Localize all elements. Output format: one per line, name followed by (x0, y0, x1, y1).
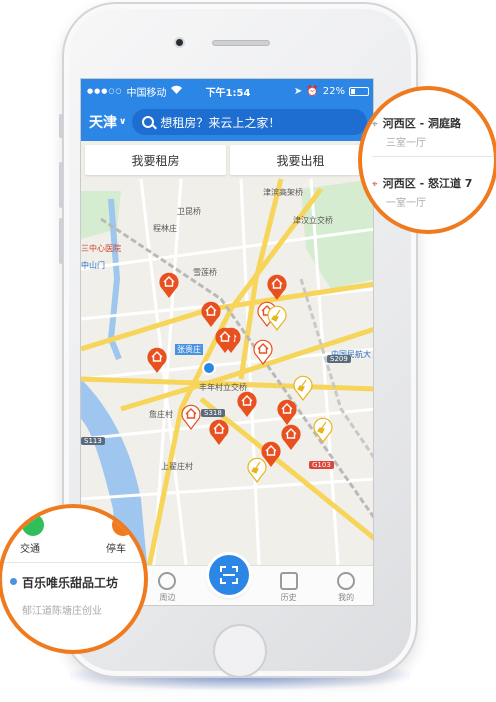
category-label[interactable]: 交通 (20, 540, 40, 555)
location-pin-icon: ⌖ (372, 179, 378, 190)
poi-callout-left: 交通 停车 百乐唯乐甜品工坊 郁江道陈塘庄创业 (0, 504, 148, 654)
alarm-icon: ⏰ (306, 85, 319, 97)
search-icon (142, 116, 155, 128)
category-label[interactable]: 停车 (106, 540, 126, 555)
chevron-down-icon: ∨ (119, 117, 127, 127)
cleaning-pin-icon[interactable] (293, 375, 313, 401)
battery-icon (349, 86, 369, 96)
house-pin-icon[interactable] (253, 339, 273, 365)
house-pin-icon[interactable] (267, 274, 287, 300)
house-pin-icon[interactable] (159, 272, 179, 298)
house-pin-icon[interactable] (201, 301, 221, 327)
nav-bar: 天津 ∨ 想租房？来云上之家！ (81, 103, 373, 141)
city-selector[interactable]: 天津 ∨ (89, 112, 126, 132)
house-pin-icon[interactable] (209, 419, 229, 445)
traffic-category-icon (22, 514, 44, 536)
bottom-tab-label: 我的 (338, 593, 355, 602)
house-pin-icon[interactable] (215, 327, 235, 353)
bottom-tab-history[interactable]: 历史 (267, 572, 311, 603)
road-sign: S209 (327, 355, 351, 363)
house-pin-icon[interactable] (281, 424, 301, 450)
house-pin-icon[interactable] (147, 347, 167, 373)
divider (372, 156, 494, 157)
scan-button[interactable] (209, 555, 249, 595)
mode-tabs: 我要租房 我要出租 (81, 145, 373, 175)
front-camera (174, 37, 185, 48)
bottom-tab-label: 周边 (159, 593, 176, 602)
listing-title: 河西区 - 怒江道 7 (382, 177, 473, 190)
map-label: 三中心医院 (81, 244, 121, 253)
cleaning-pin-icon[interactable] (247, 457, 267, 483)
listing-item[interactable]: ⌖ 河西区 - 怒江道 7 (372, 172, 472, 191)
earpiece-speaker (212, 40, 270, 46)
listing-item[interactable]: ⌖ 河西区 - 洞庭路 (372, 112, 461, 131)
bottom-tab-surroundings[interactable]: 周边 (145, 572, 189, 603)
poi-dot-icon (10, 578, 17, 585)
house-pin-icon[interactable] (277, 399, 297, 425)
city-label: 天津 (89, 115, 117, 131)
volume-down-button (59, 218, 63, 264)
location-arrow-icon: ➤ (293, 85, 303, 97)
history-icon (279, 572, 298, 590)
map-label: 上翟庄村 (161, 462, 193, 471)
home-button[interactable] (213, 624, 267, 678)
search-placeholder: 想租房？来云上之家！ (160, 115, 281, 130)
divider (2, 562, 144, 563)
map-label: 雪莲桥 (193, 268, 217, 277)
cleaning-pin-icon[interactable] (267, 305, 287, 331)
map-label: 中山门 (81, 261, 105, 270)
map-label: 张贵庄 (175, 344, 203, 355)
location-pin-icon: ⌖ (372, 119, 378, 130)
map-label: 詹庄村 (149, 410, 173, 419)
volume-up-button (59, 162, 63, 208)
road-sign: G103 (309, 461, 334, 469)
bottom-tab-profile[interactable]: 我的 (324, 572, 368, 603)
house-pin-icon[interactable] (181, 404, 201, 430)
listing-title: 河西区 - 洞庭路 (382, 117, 461, 130)
tab-rent-out[interactable]: 我要出租 (230, 145, 371, 175)
map-label: 津滨高架桥 (263, 188, 303, 197)
scan-icon (220, 566, 238, 584)
listing-subtitle: 一室一厅 (386, 198, 426, 209)
listing-subtitle: 三室一厅 (386, 138, 426, 149)
search-input[interactable]: 想租房？来云上之家！ (132, 109, 367, 135)
parking-category-icon (112, 514, 134, 536)
poi-title[interactable]: 百乐唯乐甜品工坊 (22, 574, 118, 591)
road-sign: S318 (201, 409, 225, 417)
profile-icon (337, 572, 356, 590)
cleaning-pin-icon[interactable] (313, 417, 333, 443)
listing-callout-right: ⌖ 河西区 - 洞庭路 三室一厅 ⌖ 河西区 - 怒江道 7 一室一厅 (358, 86, 496, 234)
bottom-tab-label: 历史 (280, 593, 297, 602)
mute-switch (59, 114, 63, 138)
battery-percent: 22% (322, 85, 345, 97)
house-pin-icon[interactable] (237, 391, 257, 417)
road-sign: S113 (81, 437, 105, 445)
surroundings-icon (158, 572, 177, 590)
map-label: 程林庄 (153, 224, 177, 233)
status-bar: ●●●○○ 中国移动 下午1:54 ➤ ⏰ 22% (81, 79, 373, 103)
map-label: 津汉立交桥 (293, 216, 333, 225)
map-label: 卫昆桥 (177, 207, 201, 216)
poi-address: 郁江道陈塘庄创业 (22, 606, 102, 617)
tab-rent-seek[interactable]: 我要租房 (85, 145, 226, 175)
